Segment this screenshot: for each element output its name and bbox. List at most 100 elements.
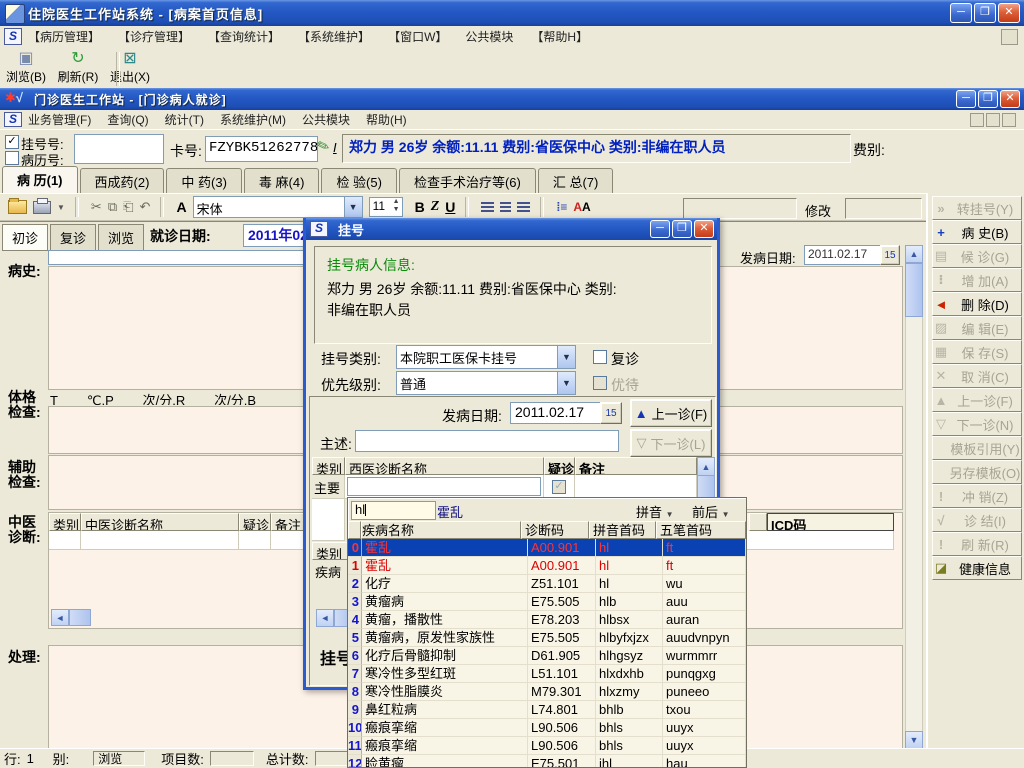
priority-select[interactable]: 普通 ▼ [396,371,576,395]
sidebar-button[interactable]: ! 冲 销(Z) [932,484,1022,508]
undo-icon[interactable]: ↶ [140,199,151,215]
menu-item[interactable]: 【查询统计】 [208,28,280,45]
column-header[interactable]: 拼音首码 [589,521,656,539]
column-header[interactable]: 疑诊 [239,513,271,531]
calendar-icon[interactable]: 15 [880,245,900,265]
menu-item[interactable]: 【系统维护】 [298,28,370,45]
menu-item[interactable]: 【帮助H】 [531,28,588,45]
underline-icon[interactable]: U [445,199,455,215]
module-tab[interactable]: 西成药(2) [79,168,165,193]
sidebar-button[interactable]: ◄ 删 除(D) [932,292,1022,316]
result-row[interactable]: 8 寒冷性脂膜炎 M79.301 hlxzmy puneeo [348,683,746,701]
result-row[interactable]: 10 瘢痕挛缩 L90.506 bhls uuyx [348,719,746,737]
sidebar-button[interactable]: » 转挂号(Y) [932,196,1022,220]
menu-item[interactable]: 查询(Q) [107,111,148,128]
cut-icon[interactable]: ✂ [91,199,102,215]
result-row[interactable]: 12 睑黄瘤 E75.501 jhl hau [348,755,746,767]
sidebar-button[interactable]: ▨ 编 辑(E) [932,316,1022,340]
scroll-thumb[interactable] [905,263,923,317]
menu-item[interactable]: 【窗口W】 [388,28,447,45]
reg-no-input[interactable] [74,134,164,164]
column-header[interactable]: 疾病名称 [361,521,521,539]
modify-label[interactable]: 修改 [805,201,831,220]
column-header[interactable]: 五笔首码 [656,521,746,539]
maximize-icon[interactable]: ❐ [978,90,998,108]
note-cell[interactable] [575,475,697,499]
column-header[interactable]: 类别 [49,513,81,531]
next-visit-button[interactable]: ▽ 下一诊(L) [630,429,712,457]
column-header[interactable]: 类别 [312,457,345,475]
result-row[interactable]: 5 黄瘤病，原发性家族性 E75.505 hlbyfxjzx auudvnpyn [348,629,746,647]
diagnosis-input-cell[interactable] [345,475,544,499]
minimize-icon[interactable]: ─ [650,220,670,238]
card-input[interactable]: FZYBK51262778 [205,136,318,162]
scroll-down-icon[interactable]: ▼ [905,731,923,749]
revisit-checkbox[interactable] [593,350,607,364]
sidebar-button[interactable]: ▲ 上一诊(F) [932,388,1022,412]
result-row[interactable]: 9 鼻红粒病 L74.801 bhlb txou [348,701,746,719]
reg-type-select[interactable]: 本院职工医保卡挂号 ▼ [396,345,576,369]
module-tab[interactable]: 病 历(1) [2,166,78,193]
search-input[interactable]: hl [351,501,436,520]
column-header[interactable]: 西医诊断名称 [345,457,544,475]
print-dropdown-icon[interactable]: ▼ [57,203,65,212]
suspect-cell[interactable] [544,475,575,499]
scroll-up-icon[interactable]: ▲ [697,457,715,476]
paste-icon[interactable]: ⎗ [123,199,133,215]
sidebar-button[interactable]: ▽ 下一诊(N) [932,412,1022,436]
column-header[interactable]: 疑诊 [544,457,575,475]
module-tab[interactable]: 中 药(3) [166,168,242,193]
result-row[interactable]: 3 黄瘤病 E75.505 hlb auu [348,593,746,611]
mdi-restore-icon[interactable] [1001,29,1018,45]
menu-item[interactable]: 帮助(H) [366,111,407,128]
close-icon[interactable]: ✕ [694,220,714,238]
visit-tab[interactable]: 初诊 [2,224,49,251]
onset-input[interactable]: 2011.02.17 [510,402,604,424]
menu-item[interactable]: 公共模块 [302,111,350,128]
result-row[interactable]: 11 瘢痕挛缩 L90.506 bhls uuyx [348,737,746,755]
scroll-left-icon[interactable]: ◄ [316,609,334,627]
sidebar-button[interactable]: ! 刷 新(R) [932,532,1022,556]
sidebar-button[interactable]: 另存模板(O) [932,460,1022,484]
chevron-down-icon[interactable]: ▼ [557,372,575,394]
sidebar-button[interactable]: ✕ 取 消(C) [932,364,1022,388]
toolbar-button[interactable]: ▣ 浏览(B) [0,49,52,86]
result-row[interactable]: 4 黄瘤，播散性 E78.203 hlbsx auran [348,611,746,629]
visit-tab[interactable]: 浏览 [98,224,145,251]
record-no-checkbox[interactable] [5,151,19,165]
align-center-icon[interactable] [500,201,512,213]
onset-date-input[interactable]: 2011.02.17 [804,245,883,265]
menu-item[interactable]: 【病历管理】 [28,28,100,45]
module-tab[interactable]: 汇 总(7) [537,168,614,193]
sidebar-button[interactable]: ▤ 候 诊(G) [932,244,1022,268]
close-icon[interactable]: ✕ [998,3,1020,23]
menu-item[interactable]: 系统维护(M) [220,111,286,128]
privilege-checkbox[interactable] [593,376,607,390]
menu-item[interactable]: 统计(T) [165,111,204,128]
reg-no-checkbox[interactable] [5,135,19,149]
chief-input[interactable] [355,430,619,452]
sidebar-button[interactable]: √ 诊 结(I) [932,508,1022,532]
child-restore-icon[interactable] [986,113,1000,127]
calendar-icon[interactable]: 15 [600,402,622,424]
scroll-thumb[interactable] [69,609,91,626]
maximize-icon[interactable]: ❐ [974,3,996,23]
bullet-list-icon[interactable]: ⁞≡ [556,200,567,214]
font-family-select[interactable]: 宋体 ▼ [192,196,363,218]
tcm-hscrollbar[interactable]: ◄ [51,609,91,626]
menu-item[interactable]: 【诊疗管理】 [118,28,190,45]
bold-icon[interactable]: B [415,199,425,215]
search-direction-select[interactable]: 前后 ▼ [692,502,730,521]
open-icon[interactable] [8,198,27,214]
child-close-icon[interactable] [1002,113,1016,127]
column-header[interactable]: 备注 [575,457,697,475]
font-size-stepper[interactable]: 11 ▲ ▼ [368,197,403,217]
result-row[interactable]: 2 化疗 Z51.101 hl wu [348,575,746,593]
sidebar-button[interactable]: 模板引用(Y) [932,436,1022,460]
align-left-icon[interactable] [481,201,495,213]
chief-complaint-strip[interactable] [48,250,305,265]
sidebar-button[interactable]: + 病 史(B) [932,220,1022,244]
chevron-down-icon[interactable]: ▼ [343,197,362,217]
form-vscrollbar[interactable]: ▲ ▼ [905,245,923,749]
scroll-up-icon[interactable]: ▲ [905,245,923,263]
